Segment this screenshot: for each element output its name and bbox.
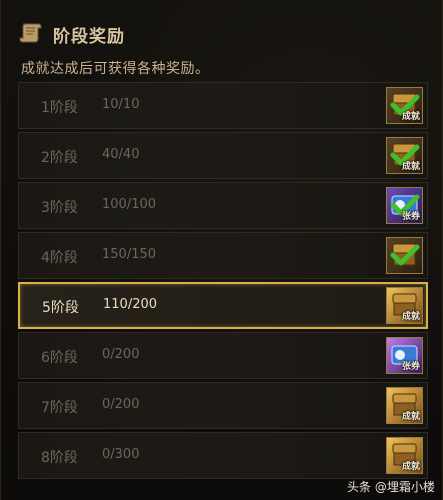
stage-label: 6阶段	[41, 350, 78, 366]
stage-row[interactable]: 5阶段 110/200 成就	[18, 282, 428, 329]
reward-item-label: 张券	[401, 212, 420, 222]
stage-row[interactable]: 1阶段 10/10 成就	[18, 82, 428, 129]
watermark: 头条 @埋霜小楼	[347, 480, 435, 494]
reward-item-label: 张券	[401, 362, 420, 372]
stage-progress: 0/200	[102, 397, 140, 412]
stage-progress: 150/150	[102, 247, 157, 262]
scroll-icon	[19, 23, 42, 43]
stage-progress: 0/200	[102, 347, 140, 362]
stage-progress: 100/100	[102, 197, 157, 212]
stage-label: 7阶段	[41, 400, 78, 416]
reward-item-slot[interactable]	[386, 237, 423, 274]
stage-label: 3阶段	[41, 200, 78, 216]
stage-row[interactable]: 2阶段 40/40 成就	[18, 132, 428, 179]
reward-item-label: 成就	[401, 312, 420, 322]
reward-item-label: 成就	[401, 162, 420, 172]
stage-label: 5阶段	[42, 300, 79, 316]
stage-progress: 110/200	[103, 297, 158, 312]
reward-item-slot[interactable]: 成就	[386, 437, 423, 474]
reward-item-label: 成就	[401, 412, 420, 422]
stage-row[interactable]: 6阶段 0/200 张券	[18, 332, 428, 379]
stage-row[interactable]: 8阶段 0/300 成就	[18, 432, 428, 479]
panel-header: 阶段奖励	[1, 0, 442, 54]
stage-row[interactable]: 3阶段 100/100 张券	[18, 182, 428, 229]
stage-list: 1阶段 10/10 成就 2阶段 40/40 成就 3阶段 100/100 张券 4阶段 150/1…	[18, 82, 428, 482]
stage-progress: 40/40	[102, 147, 140, 162]
stage-reward-panel: 阶段奖励 成就达成后可获得各种奖励。 1阶段 10/10 成就 2阶段 40/40 成就 3…	[0, 0, 443, 500]
panel-subtitle: 成就达成后可获得各种奖励。	[21, 61, 210, 77]
reward-item-slot[interactable]: 成就	[386, 87, 423, 124]
stage-progress: 0/300	[102, 447, 140, 462]
stage-progress: 10/10	[102, 97, 140, 112]
stage-label: 4阶段	[41, 250, 78, 266]
stage-label: 2阶段	[41, 150, 78, 166]
reward-item-label: 成就	[401, 462, 420, 472]
stage-row[interactable]: 7阶段 0/200 成就	[18, 382, 428, 429]
reward-item-slot[interactable]: 张券	[386, 187, 423, 224]
reward-item-slot[interactable]: 成就	[386, 387, 423, 424]
panel-title: 阶段奖励	[53, 27, 125, 47]
reward-item-label: 成就	[401, 112, 420, 122]
stage-row[interactable]: 4阶段 150/150	[18, 232, 428, 279]
reward-item-slot[interactable]: 成就	[386, 137, 423, 174]
achievement-box-icon	[390, 243, 420, 266]
stage-label: 8阶段	[41, 450, 78, 466]
stage-label: 1阶段	[41, 100, 78, 116]
reward-item-slot[interactable]: 成就	[386, 287, 423, 324]
reward-item-slot[interactable]: 张券	[386, 337, 423, 374]
